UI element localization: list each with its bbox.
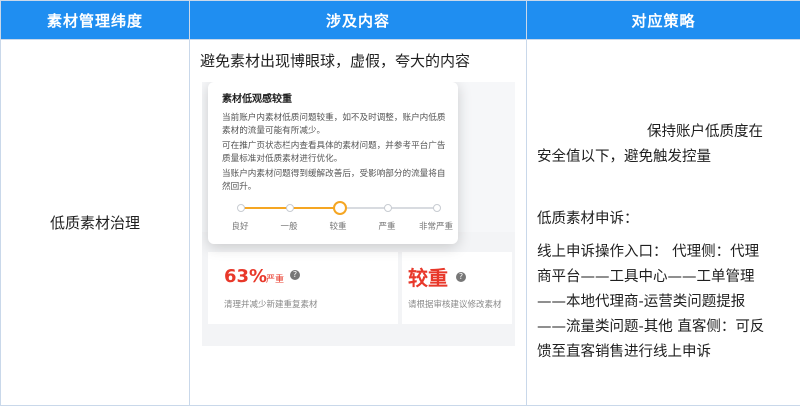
screenshot-metrics-area: 63% 严重 ? 清理并减少新建重复素材 较重 ? 请根据审核建议修改素材 xyxy=(202,232,515,346)
appeal-title: 低质素材申诉： xyxy=(537,211,639,227)
scale-dot xyxy=(384,204,392,212)
appeal-instructions: 线上申诉操作入口： 代理侧：代理 商平台——工具中心——工单管理 ——本地代理商… xyxy=(537,240,795,365)
table-header-row: 素材管理纬度 涉及内容 对应策略 xyxy=(0,0,800,40)
help-icon: ? xyxy=(456,272,466,282)
content-headline: 避免素材出现博眼球，虚假，夸大的内容 xyxy=(200,52,471,70)
help-icon: ? xyxy=(290,270,300,280)
header-dimension: 素材管理纬度 xyxy=(0,0,190,40)
dimension-label: 低质素材治理 xyxy=(49,214,140,232)
percent-card: 63% 严重 ? 清理并减少新建重复素材 xyxy=(208,252,398,324)
appeal-line: 馈至直客销售进行线上申诉 xyxy=(537,344,711,360)
level-subtext: 请根据审核建议修改素材 xyxy=(408,300,502,310)
dimension-cell: 低质素材治理 xyxy=(0,39,190,406)
scale-dot-active xyxy=(333,201,347,215)
header-content: 涉及内容 xyxy=(189,0,527,40)
appeal-line: 商平台——工具中心——工单管理 xyxy=(537,269,755,285)
popup-title: 素材低观感较重 xyxy=(222,94,292,105)
appeal-line: 线上申诉操作入口： 代理侧：代理 xyxy=(537,244,760,260)
content-cell: 避免素材出现博眼球，虚假，夸大的内容 63% 严重 ? 清理并减少新建重复素材 … xyxy=(189,39,527,406)
popup-paragraph: 当账户内素材问题得到缓解改善后，受影响部分的流量将自然回升。 xyxy=(222,169,446,192)
popup-paragraph: 当前账户内素材低质问题较重，如不及时调整，账户内低质素材的流量可能有所减少。 xyxy=(222,113,446,136)
quality-popup: 素材低观感较重 当前账户内素材低质问题较重，如不及时调整，账户内低质素材的流量可… xyxy=(208,82,458,244)
scale-label: 严重 xyxy=(378,222,396,232)
quality-screenshot: 63% 严重 ? 清理并减少新建重复素材 较重 ? 请根据审核建议修改素材 素材… xyxy=(202,82,515,346)
appeal-line: ——流量类问题-其他 直客侧：可反 xyxy=(537,319,765,335)
strategy-line-1: 保持账户低质度在 xyxy=(647,124,763,140)
scale-label: 一般 xyxy=(280,222,298,232)
scale-dot xyxy=(237,204,245,212)
popup-body: 当前账户内素材低质问题较重，如不及时调整，账户内低质素材的流量可能有所减少。 可… xyxy=(222,112,454,196)
popup-paragraph: 可在推广页状态栏内查看具体的素材问题，并参考平台广告质量标准对低质素材进行优化。 xyxy=(222,141,446,164)
scale-label: 较重 xyxy=(329,222,347,232)
strategy-cell: 保持账户低质度在 安全值以下，避免触发控量 低质素材申诉： 线上申诉操作入口： … xyxy=(526,39,800,406)
scale-label: 良好 xyxy=(231,222,249,232)
table-row: 低质素材治理 避免素材出现博眼球，虚假，夸大的内容 63% 严重 ? 清理并减少… xyxy=(0,39,800,406)
strategy-table: 素材管理纬度 涉及内容 对应策略 低质素材治理 避免素材出现博眼球，虚假，夸大的… xyxy=(0,0,800,406)
percent-tag: 严重 xyxy=(266,275,285,285)
level-card: 较重 ? 请根据审核建议修改素材 xyxy=(402,252,512,324)
percent-subtext: 清理并减少新建重复素材 xyxy=(224,300,318,310)
scale-dot xyxy=(433,204,441,212)
strategy-line-2: 安全值以下，避免触发控量 xyxy=(537,149,711,165)
scale-label: 非常严重 xyxy=(418,222,453,232)
quality-scale: 良好 一般 较重 严重 非常严重 xyxy=(222,201,454,242)
header-strategy: 对应策略 xyxy=(526,0,800,40)
percent-value: 63% xyxy=(224,266,268,287)
level-value: 较重 xyxy=(408,266,448,290)
appeal-line: ——本地代理商-运营类问题提报 xyxy=(537,294,746,310)
scale-dot xyxy=(286,204,294,212)
